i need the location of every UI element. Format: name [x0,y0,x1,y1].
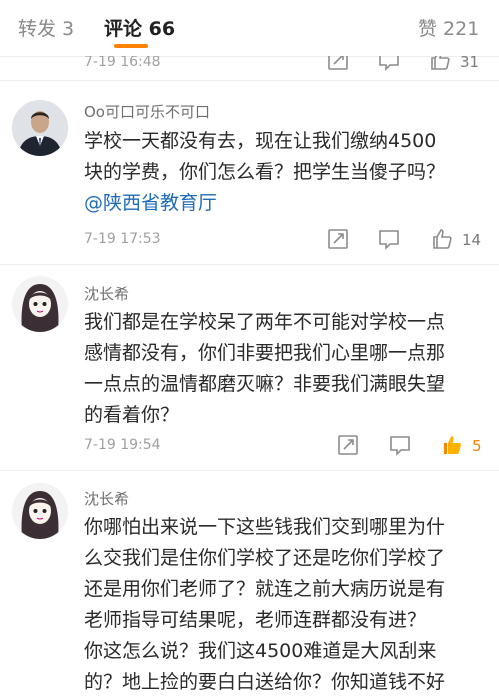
mention-link[interactable]: @陕西省教育厅 [84,188,486,219]
comment-line: 还是用你们老师了？就连之前大病历说是有 [84,578,446,600]
comment-username[interactable]: Oo可口可乐不可口 [84,101,210,122]
tab-repost[interactable]: 转发 3 [18,14,74,41]
comment-username[interactable]: 沈长希 [84,283,129,304]
like-icon-active[interactable] [440,433,466,459]
avatar-anime-girl [12,276,68,332]
divider [0,264,499,265]
divider [0,470,499,471]
comment-line: 老师指导可结果呢，老师连群都没有进？ [84,609,427,631]
comment-icon[interactable] [377,227,403,253]
repost-icon[interactable] [326,227,352,253]
comment-line: 么交我们是住你们学校了还是吃你们学校了 [84,547,446,569]
comment-text: 学校一天都没有去，现在让我们缴纳4500 块的学费，你们怎么看？把学生当傻子吗？… [84,126,486,219]
comment-text: 你哪怕出来说一下这些钱我们交到哪里为什 么交我们是住你们学校了还是吃你们学校了 … [84,512,486,698]
comment-icon[interactable] [388,433,414,459]
repost-icon[interactable] [336,433,362,459]
comment-line: 一点点的温情都磨灭嘛？非要我们满眼失望 [84,373,446,395]
avatar-businessman [12,100,68,156]
comment-icon[interactable] [377,56,403,74]
tab-comment[interactable]: 评论 66 [104,14,175,41]
divider [0,80,499,81]
like-count: 14 [462,231,482,249]
comment-line: 感情都没有，你们非要把我们心里哪一点那 [84,342,446,364]
comment-text: 我们都是在学校呆了两年不可能对学校一点 感情都没有，你们非要把我们心里哪一点那 … [84,307,486,431]
comment-meta: 7-19 17:53 14 [0,229,499,257]
avatar[interactable] [12,100,68,156]
comment-line: 我们都是在学校呆了两年不可能对学校一点 [84,311,446,333]
comment-line: 你这怎么说？我们这4500难道是大风刮来 [84,640,437,662]
comment-meta: 7-19 19:54 5 [0,435,499,463]
like-icon[interactable] [430,227,456,253]
comment-line: 块的学费，你们怎么看？把学生当傻子吗？ [84,161,446,183]
tab-like[interactable]: 赞 221 [418,14,479,41]
repost-icon[interactable] [326,56,352,74]
comment-time: 7-19 19:54 [84,437,161,453]
like-count: 5 [472,437,482,455]
comment-time: 7-19 16:48 [84,56,161,70]
like-icon[interactable] [428,56,454,74]
active-tab-indicator [114,44,148,48]
comment-time: 7-19 17:53 [84,231,161,247]
avatar[interactable] [12,276,68,332]
comment-line: 学校一天都没有去，现在让我们缴纳4500 [84,130,437,152]
avatar[interactable] [12,483,68,539]
comment-line: 的看着你？ [84,404,180,426]
avatar-anime-girl [12,483,68,539]
comment-username[interactable]: 沈长希 [84,488,129,509]
comment-line: 你哪怕出来说一下这些钱我们交到哪里为什 [84,516,446,538]
comment-tabs: 转发 3 评论 66 赞 221 [0,0,499,57]
partial-comment-meta: 7-19 16:48 31 [0,56,499,74]
like-count: 31 [460,56,480,71]
